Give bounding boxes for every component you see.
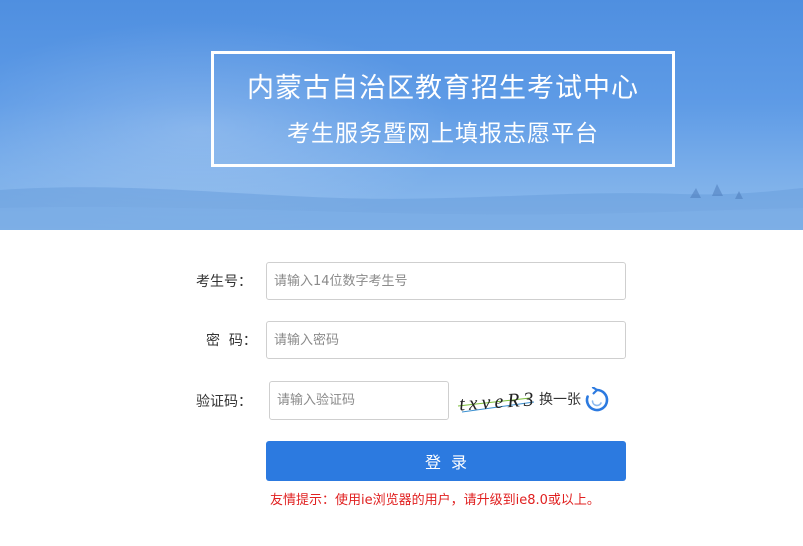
captcha-image[interactable]: txveR3 <box>456 382 536 418</box>
refresh-icon[interactable] <box>584 387 610 413</box>
refresh-captcha-link[interactable]: 换一张 <box>539 390 581 410</box>
browser-tip: 友情提示：使用ie浏览器的用户，请升级到ie8.0或以上。 <box>270 493 600 508</box>
captcha-label: 验证码： <box>196 394 252 410</box>
platform-subtitle: 考生服务暨网上填报志愿平台 <box>287 121 599 147</box>
captcha-text: txveR3 <box>458 388 536 415</box>
login-button[interactable]: 登录 <box>266 441 626 481</box>
captcha-input[interactable] <box>269 381 449 420</box>
banner-landscape <box>0 184 803 230</box>
header-banner: 内蒙古自治区教育招生考试中心 考生服务暨网上填报志愿平台 <box>0 0 803 230</box>
exam-id-input[interactable] <box>266 262 626 300</box>
exam-id-label: 考生号： <box>196 274 252 290</box>
platform-title-box: 内蒙古自治区教育招生考试中心 考生服务暨网上填报志愿平台 <box>211 51 675 167</box>
password-input[interactable] <box>266 321 626 359</box>
platform-title: 内蒙古自治区教育招生考试中心 <box>247 73 639 104</box>
password-label: 密 码： <box>206 333 257 349</box>
